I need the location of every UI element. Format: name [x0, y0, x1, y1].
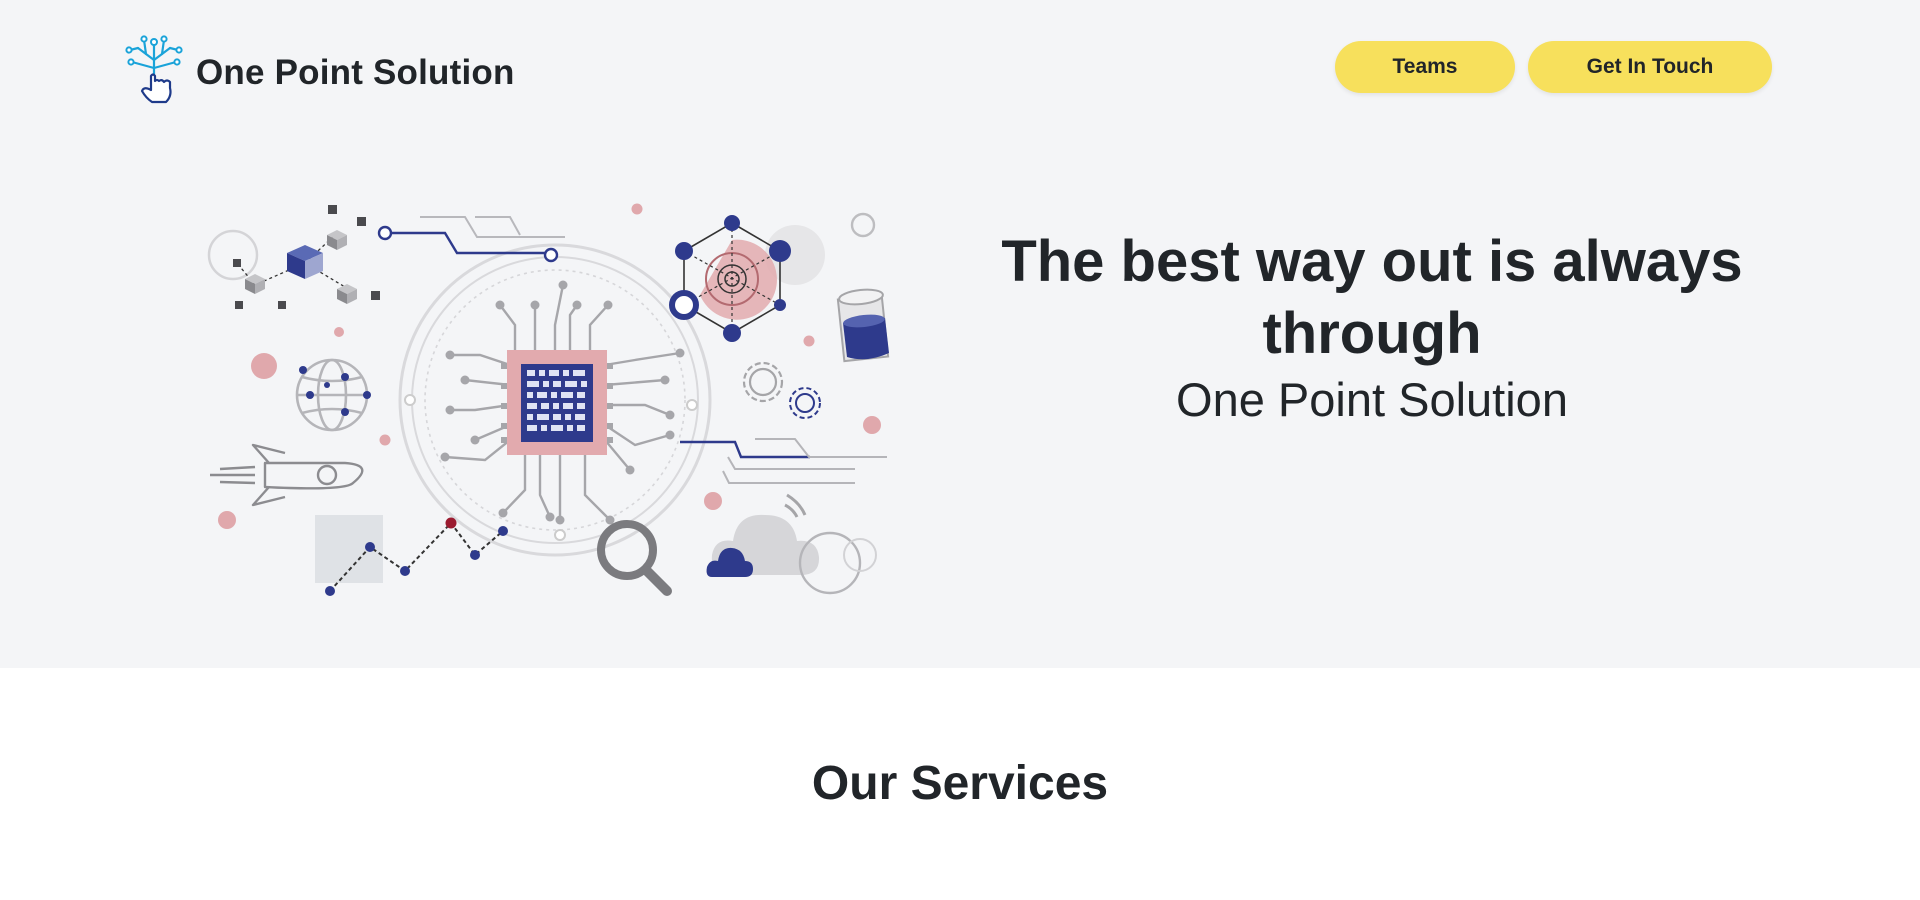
get-in-touch-button[interactable]: Get In Touch	[1528, 41, 1772, 93]
brand-logo-link[interactable]: One Point Solution	[124, 34, 515, 111]
brand-name: One Point Solution	[196, 52, 515, 92]
touch-circuit-icon	[124, 34, 184, 111]
services-title: Our Services	[811, 757, 1109, 810]
hero-subheadline: One Point Solution	[1176, 373, 1568, 426]
hero-section: One Point Solution Teams Get In Touch Th…	[0, 0, 1920, 668]
teams-button[interactable]: Teams	[1335, 41, 1515, 93]
technology-circuit-illustration	[205, 195, 895, 605]
hero-heading: The best way out is always through One P…	[960, 226, 1784, 427]
hero-headline: The best way out is always through	[1001, 229, 1743, 366]
top-nav: Teams Get In Touch	[1335, 41, 1772, 93]
